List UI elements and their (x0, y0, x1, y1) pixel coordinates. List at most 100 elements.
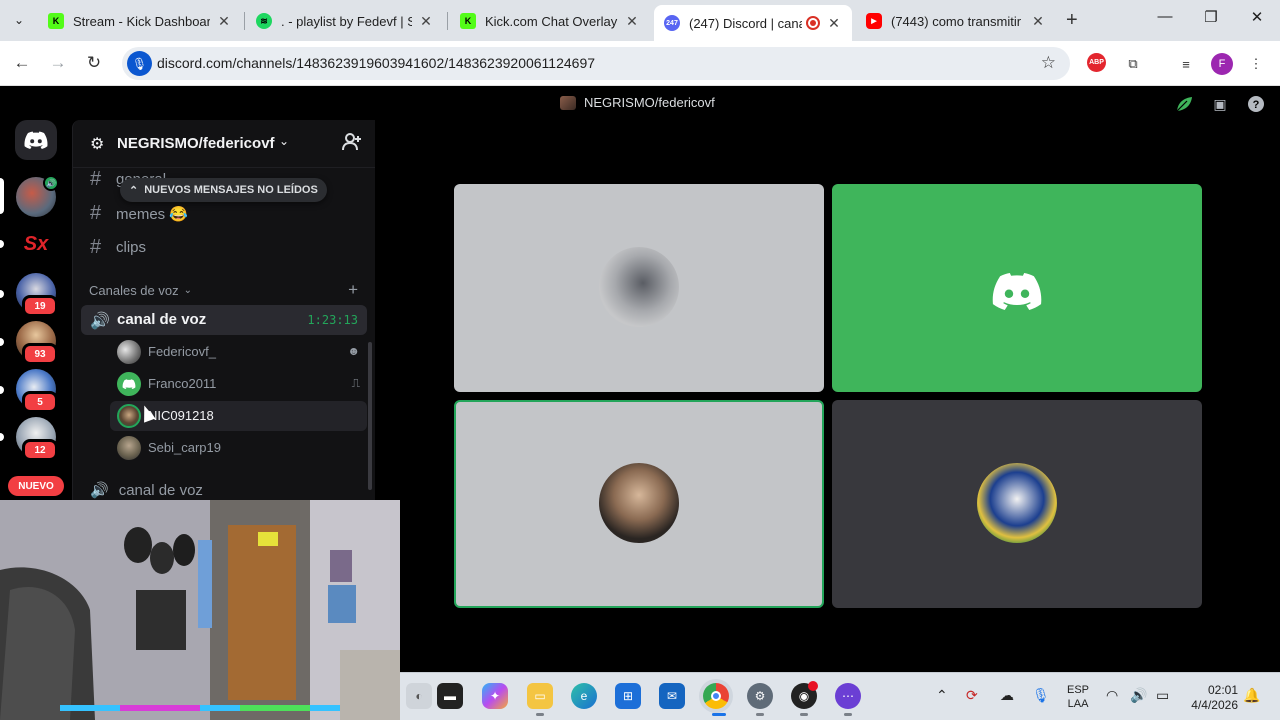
language-code: ESP (1067, 684, 1090, 696)
running-indicator (756, 713, 764, 716)
avatar (599, 463, 679, 543)
voice-user[interactable]: Federicovf_ ☻ (110, 337, 367, 367)
chat-bubble-icon[interactable]: ⋯ (835, 683, 861, 709)
unread-pill-marker (0, 433, 4, 441)
avatar (117, 436, 141, 460)
participant-tile-speaking[interactable] (454, 400, 824, 608)
close-icon[interactable]: ✕ (624, 13, 640, 30)
unread-messages-pill[interactable]: ⌃ NUEVOS MENSAJES NO LEÍDOS (120, 178, 327, 202)
voice-user[interactable]: Franco2011 ⎍ (110, 369, 367, 399)
guild-title: NEGRISMO/federicovf (560, 95, 715, 110)
participant-tile[interactable] (832, 184, 1202, 392)
voice-category-header[interactable]: Canales de voz ⌄ (89, 283, 192, 298)
channel-clips[interactable]: # clips (90, 236, 146, 259)
channel-list-scrollbar[interactable] (368, 342, 372, 490)
restore-icon[interactable]: ❐ (1196, 8, 1226, 26)
discord-home-button[interactable] (15, 120, 57, 160)
tab-divider (244, 12, 245, 30)
server-icon[interactable]: 5 (16, 369, 58, 413)
server-icon[interactable]: 19 (16, 273, 58, 317)
close-icon[interactable]: ✕ (1030, 13, 1046, 30)
wifi-icon[interactable]: ◠ (1106, 687, 1118, 704)
tab-title: Stream - Kick Dashboard (73, 13, 210, 29)
copilot-icon[interactable]: ✦ (482, 683, 508, 709)
chrome-icon[interactable] (703, 683, 729, 709)
close-icon[interactable]: ✕ (826, 15, 842, 32)
hash-icon: # (90, 202, 102, 224)
mic-icon[interactable]: 🎙 (1032, 687, 1050, 704)
partial-app-icon[interactable]: ◐ (406, 683, 432, 709)
voice-channel[interactable]: 🔊 canal de voz (90, 481, 203, 500)
adblock-icon[interactable]: ABP (1087, 53, 1106, 72)
system-clock[interactable]: 02:01 4/4/2026 (1186, 683, 1238, 713)
voice-user[interactable]: Sebi_carp19 (110, 433, 367, 463)
microphone-icon[interactable]: 🎙 (127, 51, 152, 76)
channel-memes[interactable]: # memes 😂 (90, 202, 188, 225)
invite-people-icon[interactable] (342, 133, 362, 156)
notification-bell-icon[interactable]: 🔔 (1243, 687, 1260, 704)
file-explorer-icon[interactable]: ▭ (527, 683, 553, 709)
spotify-icon: ≋ (256, 13, 272, 29)
new-unread-button[interactable]: NUEVO (8, 476, 64, 496)
tab-search-chevron-icon[interactable]: ⌄ (8, 8, 30, 32)
discord-icon (991, 272, 1043, 315)
inbox-icon[interactable]: ▣ (1210, 95, 1230, 113)
forward-arrow-icon[interactable]: → (46, 53, 70, 73)
chevron-down-icon: ⌄ (279, 134, 290, 148)
media-control-icon[interactable]: ≡ (1175, 53, 1197, 75)
mention-badge: 93 (22, 343, 58, 365)
leaf-icon[interactable] (1174, 95, 1194, 113)
avatar (599, 247, 679, 327)
server-header[interactable]: ⚙ NEGRISMO/federicovf ⌄ (73, 120, 376, 168)
minimize-icon[interactable]: — (1150, 8, 1180, 25)
unread-pill-marker (0, 290, 4, 298)
window-close-icon[interactable]: ✕ (1242, 8, 1272, 26)
discord-icon (24, 131, 48, 149)
hash-icon: # (90, 236, 102, 258)
tray-overflow-chevron-icon[interactable]: ⌃ (936, 687, 948, 704)
close-icon[interactable]: ✕ (216, 13, 232, 30)
store-icon[interactable]: ⊞ (615, 683, 641, 709)
profile-avatar[interactable]: F (1211, 53, 1233, 75)
server-icon[interactable]: 93 (16, 321, 58, 365)
settings-gear-icon[interactable]: ⚙ (747, 683, 773, 709)
running-indicator (536, 713, 544, 716)
server-icon[interactable]: 12 (16, 417, 58, 461)
url-text[interactable]: discord.com/channels/1483623919603941602… (157, 55, 595, 71)
tab-kick-dashboard[interactable]: K Stream - Kick Dashboard ✕ (38, 5, 242, 37)
voice-channel-active[interactable]: 🔊 canal de voz 1:23:13 (81, 305, 367, 335)
edge-icon[interactable]: e (571, 683, 597, 709)
server-icon-sx[interactable]: Sx (16, 224, 56, 264)
playstation-icon: ⎍ (351, 376, 360, 390)
tab-youtube[interactable]: ▶ (7443) como transmitir en kick ✕ (856, 5, 1056, 37)
mention-badge: 12 (22, 439, 58, 461)
help-icon[interactable]: ? (1246, 95, 1266, 113)
participant-tile[interactable] (832, 400, 1202, 608)
terminal-icon[interactable]: ▬ (437, 683, 463, 709)
tab-discord[interactable]: 247 (247) Discord | canal de voz ✕ (654, 5, 852, 41)
kebab-menu-icon[interactable]: ⋮ (1245, 53, 1267, 75)
address-bar[interactable]: 🎙 discord.com/channels/14836239196039416… (122, 47, 1070, 80)
hash-icon: # (90, 168, 102, 190)
sync-icon[interactable]: ⟳ (966, 687, 978, 704)
onedrive-cloud-icon[interactable]: ☁ (1000, 687, 1014, 704)
reload-icon[interactable]: ↻ (82, 53, 106, 73)
battery-icon[interactable]: ▭ (1156, 687, 1169, 704)
outlook-icon[interactable]: ✉ (659, 683, 685, 709)
new-tab-plus-icon[interactable]: + (1066, 9, 1078, 32)
selected-server-pill (0, 178, 4, 214)
participant-tile[interactable] (454, 184, 824, 392)
add-channel-plus-icon[interactable]: + (348, 280, 358, 300)
webcam-overlay (0, 500, 400, 720)
volume-icon[interactable]: 🔊 (1130, 687, 1147, 704)
server-icon-active[interactable]: 🔊 (16, 175, 59, 217)
tab-spotify[interactable]: ≋ . - playlist by Fedevf | Spotify ✕ (246, 5, 444, 37)
tab-kick-chat-overlay[interactable]: K Kick.com Chat Overlay ✕ (450, 5, 650, 37)
back-arrow-icon[interactable]: ← (10, 53, 34, 73)
language-indicator[interactable]: ESP LAA (1067, 683, 1089, 711)
voice-user-name: Sebi_carp19 (148, 440, 221, 455)
bookmark-star-icon[interactable]: ☆ (1041, 53, 1056, 73)
extensions-puzzle-icon[interactable]: ⧉ (1122, 53, 1144, 75)
server-name: NEGRISMO/federicovf (117, 135, 275, 152)
close-icon[interactable]: ✕ (418, 13, 434, 30)
